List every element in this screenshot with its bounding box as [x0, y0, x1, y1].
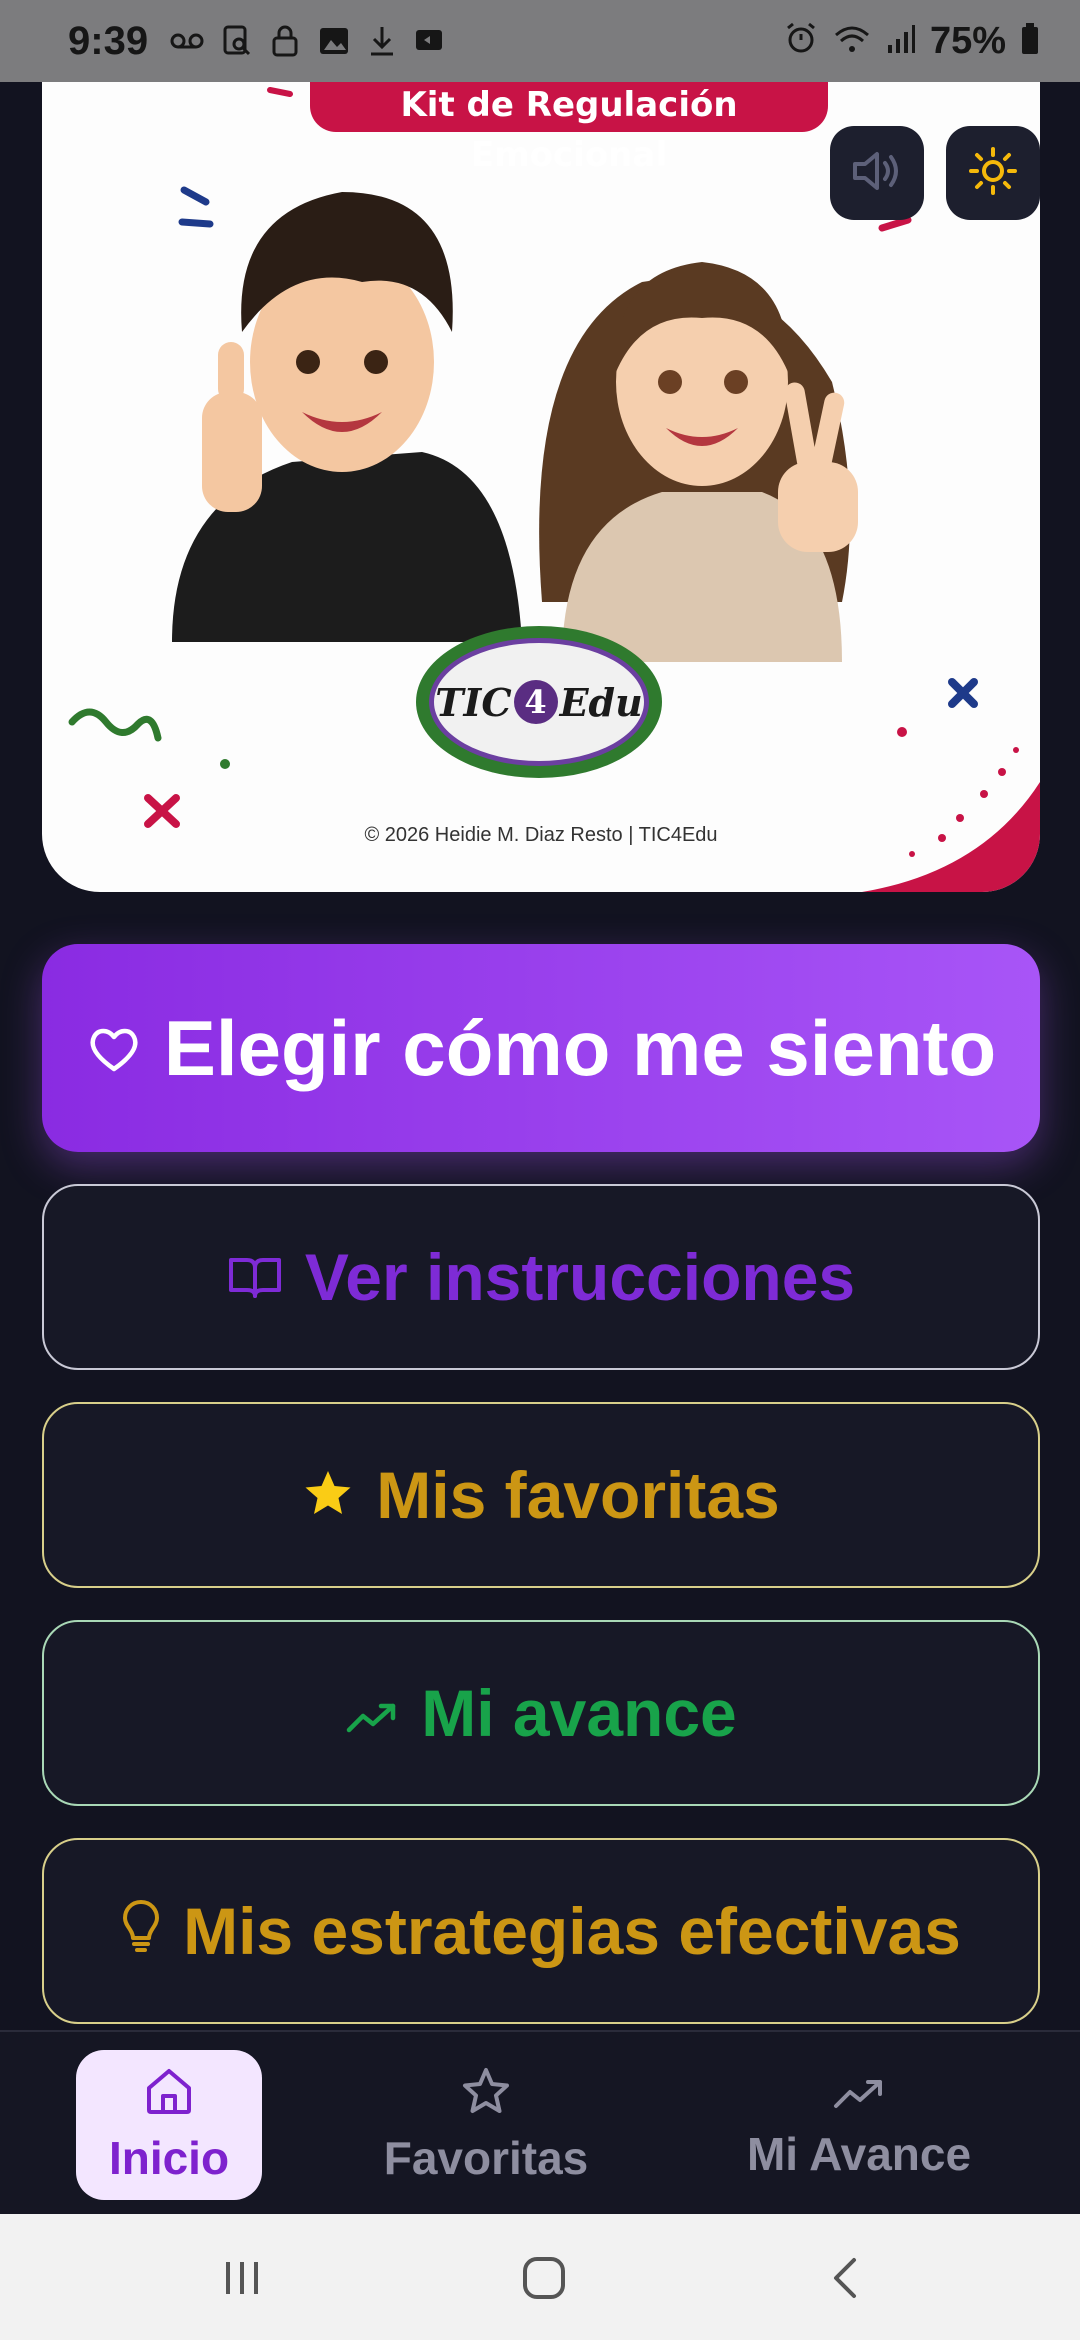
speaker-icon [849, 147, 905, 200]
hero-card: Kit de Regulación Emocional TIC 4 Edu © … [42, 82, 1040, 892]
battery-percentage: 75% [929, 19, 1006, 62]
nav-label-home: Inicio [108, 2131, 230, 2184]
home-circle-icon [521, 2255, 567, 2306]
choose-feeling-label: Elegir cómo me siento [163, 1003, 997, 1092]
home-icon [143, 2066, 195, 2127]
instructions-button[interactable]: Ver instrucciones [42, 1184, 1040, 1370]
star-icon [302, 1457, 354, 1533]
sound-toggle-button[interactable] [830, 126, 924, 220]
back-system-button[interactable] [816, 2250, 876, 2310]
logo-text-left: TIC [435, 679, 512, 725]
document-search-icon [222, 24, 252, 58]
logo-text-right: Edu [559, 679, 643, 725]
status-time: 9:39 [68, 18, 149, 63]
favorites-button[interactable]: Mis favoritas [42, 1402, 1040, 1588]
theme-toggle-button[interactable] [946, 126, 1040, 220]
nav-label-progress: Mi Avance [746, 2128, 972, 2180]
lightbulb-icon [121, 1893, 161, 1969]
instructions-label: Ver instrucciones [304, 1240, 856, 1314]
copyright-text: © 2026 Heidie M. Diaz Resto | TIC4Edu [364, 824, 718, 846]
alarm-icon [784, 22, 818, 61]
system-navigation-bar [0, 2214, 1080, 2340]
lock-icon [270, 24, 300, 58]
message-icon [414, 26, 448, 56]
favorites-label: Mis favoritas [376, 1458, 780, 1532]
status-notification-icons [170, 24, 448, 58]
heart-icon [86, 1003, 142, 1094]
download-icon [368, 24, 396, 58]
nav-item-progress[interactable]: Mi Avance [730, 2050, 988, 2200]
sun-icon [967, 145, 1019, 202]
recent-apps-icon [220, 2258, 264, 2303]
choose-feeling-button[interactable]: Elegir cómo me siento [42, 944, 1040, 1152]
recent-apps-button[interactable] [212, 2250, 272, 2310]
book-icon [227, 1239, 283, 1315]
image-icon [318, 26, 350, 56]
back-chevron-icon [828, 2256, 864, 2305]
wifi-icon [832, 23, 872, 60]
battery-icon [1020, 22, 1040, 61]
signal-icon [886, 23, 916, 60]
status-bar: 9:39 75% [0, 0, 1080, 82]
strategies-label: Mis estrategias efectivas [183, 1894, 961, 1968]
voicemail-icon [170, 31, 204, 51]
progress-label: Mi avance [421, 1676, 737, 1750]
bottom-navigation: Inicio Favoritas Mi Avance [0, 2030, 1080, 2214]
hero-banner-title: Kit de Regulación Emocional [310, 82, 828, 175]
home-system-button[interactable] [514, 2250, 574, 2310]
strategies-button[interactable]: Mis estrategias efectivas [42, 1838, 1040, 2024]
logo-text-number: 4 [513, 680, 558, 724]
nav-item-favorites[interactable]: Favoritas [370, 2050, 602, 2200]
nav-item-home[interactable]: Inicio [76, 2050, 262, 2200]
tic4edu-logo: TIC 4 Edu [416, 626, 662, 778]
nav-label-favorites: Favoritas [383, 2131, 589, 2184]
status-system-icons: 75% [784, 20, 1040, 63]
star-outline-icon [460, 2066, 512, 2127]
progress-button[interactable]: Mi avance [42, 1620, 1040, 1806]
trending-up-icon [345, 1675, 399, 1751]
logo-inner: TIC 4 Edu [429, 638, 649, 766]
trending-up-nav-icon [832, 2069, 886, 2123]
